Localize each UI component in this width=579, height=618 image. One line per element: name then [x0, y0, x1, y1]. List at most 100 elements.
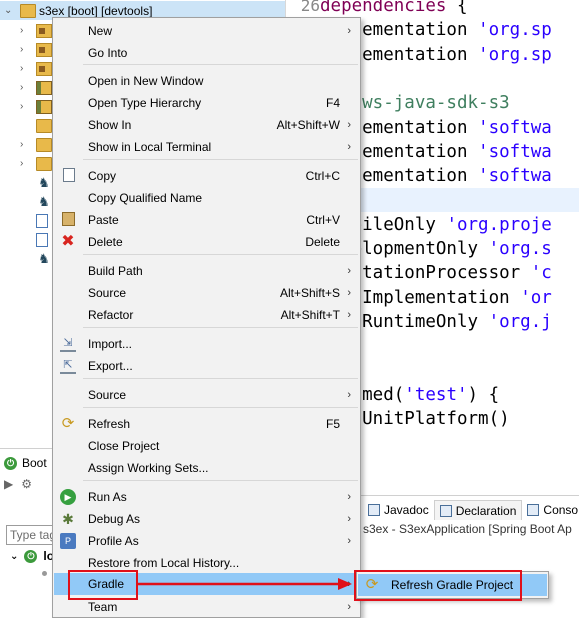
menu-item-label: Refresh	[88, 417, 131, 431]
expand-arrow-icon[interactable]: ›	[20, 82, 32, 93]
code-token: dependencies	[320, 0, 447, 16]
debug-start-icon[interactable]: ⚙	[21, 477, 32, 491]
source-folder-icon	[36, 23, 52, 38]
menu-item-shortcut: Alt+Shift+T	[280, 308, 340, 322]
menu-separator	[83, 159, 358, 160]
menu-item-refactor[interactable]: Refactor Alt+Shift+T ›	[54, 304, 359, 326]
submenu-arrow-icon: ›	[347, 265, 351, 277]
code-token: 'org.j	[488, 311, 552, 332]
code-token: 'or	[520, 287, 552, 308]
context-menu: New › Go Into Open in New Window Open Type H…	[52, 17, 361, 618]
code-token: ) {	[467, 384, 500, 405]
menu-item-label: Delete	[88, 235, 123, 249]
menu-separator	[83, 480, 358, 481]
menu-item-label: Refactor	[88, 308, 134, 322]
expand-arrow-icon[interactable]: ›	[20, 63, 32, 74]
menu-item-copy[interactable]: Copy Ctrl+C	[54, 165, 359, 187]
library-icon	[36, 99, 52, 114]
menu-item-source[interactable]: Source Alt+Shift+S ›	[54, 282, 359, 304]
tab-console[interactable]: Conso	[522, 500, 579, 520]
menu-item-source[interactable]: Source ›	[54, 384, 359, 406]
spring-boot-icon: ⏻	[4, 456, 17, 470]
folder-icon	[36, 118, 52, 133]
menu-item-run-as[interactable]: ▶ Run As ›	[54, 486, 359, 508]
project-icon	[20, 3, 36, 18]
menu-item-label: Open in New Window	[88, 74, 204, 88]
code-token: 'org.s	[488, 239, 552, 259]
expand-arrow-icon[interactable]: ›	[20, 158, 32, 169]
submenu-arrow-icon: ›	[347, 309, 351, 321]
menu-item-copy-qualified-name[interactable]: Copy Qualified Name	[54, 187, 359, 209]
gradle-refresh-icon: ⟳	[365, 576, 379, 593]
menu-item-show-in-local-terminal[interactable]: Show in Local Terminal ›	[54, 136, 359, 158]
menu-item-label: Copy Qualified Name	[88, 191, 203, 205]
menu-item-label: Go Into	[88, 46, 128, 60]
menu-item-refresh[interactable]: ⟳ Refresh F5	[54, 413, 359, 435]
submenu-arrow-icon: ›	[347, 578, 351, 590]
menu-item-shortcut: F4	[325, 96, 340, 110]
refresh-icon: ⟳	[61, 415, 75, 432]
boot-app-item[interactable]: ⌄ ⏻ lo	[10, 549, 54, 563]
submenu-arrow-icon: ›	[347, 25, 351, 37]
submenu-arrow-icon: ›	[347, 513, 351, 525]
folder-icon	[36, 137, 52, 152]
menu-item-build-path[interactable]: Build Path ›	[54, 260, 359, 282]
menu-item-open-type-hierarchy[interactable]: Open Type Hierarchy F4	[54, 92, 359, 114]
tab-declaration[interactable]: Declaration	[433, 500, 523, 520]
code-token: 'test'	[404, 384, 468, 405]
start-icon[interactable]: ▶	[4, 477, 13, 491]
menu-item-import[interactable]: ⇲ Import...	[54, 333, 359, 355]
folder-icon	[36, 156, 52, 171]
submenu-arrow-icon: ›	[347, 535, 351, 547]
tab-label: Javadoc	[384, 503, 429, 517]
import-icon: ⇲	[60, 336, 76, 352]
menu-item-debug-as[interactable]: ✱ Debug As ›	[54, 508, 359, 530]
menu-item-shortcut: Ctrl+C	[305, 169, 340, 183]
menu-item-shortcut: Ctrl+V	[306, 213, 340, 227]
menu-item-close-project[interactable]: Close Project	[54, 435, 359, 457]
collapse-arrow-icon[interactable]: ⌄	[10, 551, 18, 562]
menu-item-new[interactable]: New ›	[54, 20, 359, 42]
menu-item-delete[interactable]: ✖ Delete Delete	[54, 231, 359, 253]
collapse-arrow-icon[interactable]: ⌄	[4, 5, 16, 16]
menu-item-label: Debug As	[88, 512, 141, 526]
code-token: 'softwa	[478, 166, 552, 187]
declaration-icon	[439, 504, 452, 517]
menu-item-go-into[interactable]: Go Into	[54, 42, 359, 64]
code-line: 26dependencies {	[286, 0, 579, 18]
gradle-submenu: ⟳ Refresh Gradle Project	[356, 571, 549, 599]
menu-separator	[83, 64, 358, 65]
menu-item-show-in[interactable]: Show In Alt+Shift+W ›	[54, 114, 359, 136]
tab-label: Conso	[543, 503, 579, 517]
menu-item-team[interactable]: Team ›	[54, 596, 359, 618]
menu-item-label: Gradle	[88, 577, 125, 591]
menu-item-open-in-new-window[interactable]: Open in New Window	[54, 70, 359, 92]
menu-item-gradle[interactable]: Gradle ›	[54, 573, 359, 595]
expand-arrow-icon[interactable]: ›	[20, 25, 32, 36]
source-folder-icon	[36, 61, 52, 76]
menu-item-paste[interactable]: Paste Ctrl+V	[54, 209, 359, 231]
menu-separator	[83, 407, 358, 408]
project-root-label: s3ex [boot] [devtools]	[39, 3, 153, 18]
debug-icon: ✱	[62, 511, 74, 527]
menu-item-export[interactable]: ⇱ Export...	[54, 355, 359, 377]
delete-icon: ✖	[61, 233, 75, 250]
console-tab-bar: Javadoc Declaration Conso	[363, 500, 579, 520]
menu-item-restore-from-local-history[interactable]: Restore from Local History...	[54, 552, 359, 574]
refresh-gradle-project-item[interactable]: ⟳ Refresh Gradle Project	[358, 574, 547, 596]
menu-item-profile-as[interactable]: P Profile As ›	[54, 530, 359, 552]
expand-arrow-icon[interactable]: ›	[20, 139, 32, 150]
tab-javadoc[interactable]: Javadoc	[363, 500, 434, 520]
expand-arrow-icon[interactable]: ›	[20, 44, 32, 55]
menu-item-label: Export...	[88, 359, 133, 373]
status-dot-icon	[42, 571, 47, 576]
file-icon	[36, 232, 48, 247]
expand-arrow-icon[interactable]: ›	[20, 101, 32, 112]
boot-dashboard-tab[interactable]: ⏻ Boot	[4, 453, 47, 473]
run-icon: ▶	[60, 489, 76, 505]
code-token: 'softwa	[478, 117, 552, 138]
menu-item-assign-working-sets[interactable]: Assign Working Sets...	[54, 457, 359, 479]
menu-item-label: Build Path	[88, 264, 143, 278]
source-folder-icon	[36, 42, 52, 57]
tag-filter-input[interactable]: Type tag	[6, 525, 56, 545]
